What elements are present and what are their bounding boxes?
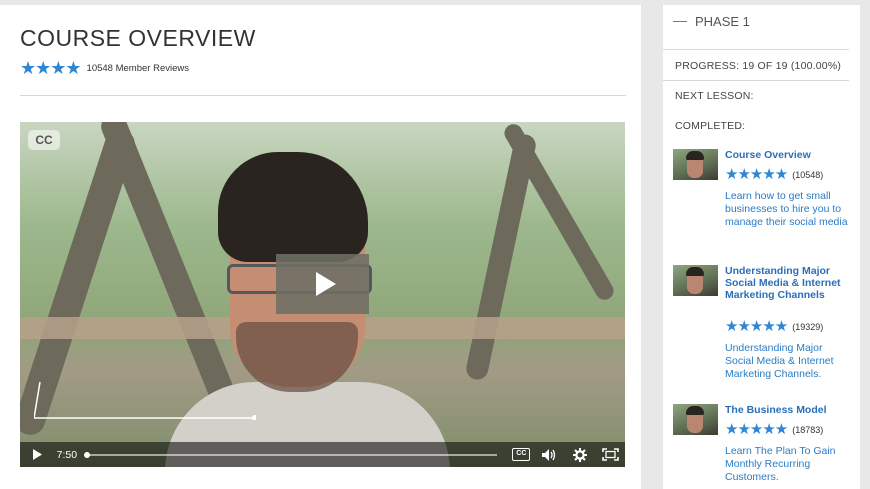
lesson-thumbnail[interactable] bbox=[673, 404, 718, 435]
video-controls-bar: 7:50 CC bbox=[20, 442, 625, 467]
next-lesson-label: NEXT LESSON: bbox=[675, 90, 754, 102]
lesson-rating: ★★★★★ (19329) bbox=[725, 319, 823, 334]
lesson-thumbnail[interactable] bbox=[673, 265, 718, 296]
scrubber-handle[interactable] bbox=[83, 451, 90, 458]
lesson-description[interactable]: Learn how to get small businesses to hir… bbox=[725, 190, 853, 229]
closed-captions-icon[interactable]: CC bbox=[507, 442, 535, 467]
lesson-rating: ★★★★★ (18783) bbox=[725, 422, 823, 437]
play-icon[interactable] bbox=[26, 442, 48, 467]
lesson-title[interactable]: The Business Model bbox=[725, 404, 853, 416]
current-time: 7:50 bbox=[56, 448, 78, 461]
lesson-review-count: (10548) bbox=[792, 169, 824, 180]
lesson-review-count: (18783) bbox=[792, 424, 824, 435]
lesson-description[interactable]: Learn The Plan To Gain Monthly Recurring… bbox=[725, 445, 853, 484]
phase-label: PHASE 1 bbox=[695, 14, 750, 29]
phase-sidebar: PHASE 1 PROGRESS: 19 OF 19 (100.00%) NEX… bbox=[663, 5, 860, 489]
title-divider bbox=[20, 95, 626, 96]
cc-button-label: CC bbox=[512, 448, 531, 461]
lesson-title[interactable]: Course Overview bbox=[725, 149, 853, 161]
fullscreen-icon[interactable] bbox=[595, 442, 625, 467]
chapter-marker-line bbox=[34, 381, 256, 420]
lesson-thumbnail[interactable] bbox=[673, 149, 718, 180]
lesson-title[interactable]: Understanding Major Social Media & Inter… bbox=[725, 265, 853, 301]
completed-label: COMPLETED: bbox=[675, 120, 746, 132]
review-count: 10548 Member Reviews bbox=[86, 62, 189, 74]
course-rating: ★★★★ 10548 Member Reviews bbox=[20, 59, 189, 77]
phase-header[interactable]: PHASE 1 bbox=[673, 14, 750, 29]
volume-icon[interactable] bbox=[535, 442, 565, 467]
progress-scrubber[interactable] bbox=[83, 451, 498, 458]
lesson-description[interactable]: Understanding Major Social Media & Inter… bbox=[725, 342, 853, 381]
big-play-button[interactable] bbox=[276, 254, 369, 314]
course-main-panel: COURSE OVERVIEW ★★★★ 10548 Member Review… bbox=[0, 5, 641, 489]
presenter-hair bbox=[218, 152, 368, 262]
collapse-dash-icon bbox=[673, 21, 687, 22]
progress-text: PROGRESS: 19 OF 19 (100.00%) bbox=[675, 60, 842, 72]
cc-badge[interactable]: CC bbox=[28, 130, 60, 150]
lesson-review-count: (19329) bbox=[792, 321, 824, 332]
sidebar-divider bbox=[663, 80, 849, 81]
sidebar-divider bbox=[663, 49, 849, 50]
lesson-rating: ★★★★★ (10548) bbox=[725, 167, 823, 182]
lesson-stars: ★★★★★ bbox=[725, 166, 788, 183]
video-player[interactable]: CC 7:50 CC bbox=[20, 122, 625, 467]
lesson-stars: ★★★★★ bbox=[725, 421, 788, 438]
page-title: COURSE OVERVIEW bbox=[20, 25, 256, 51]
rating-stars: ★★★★ bbox=[20, 58, 82, 78]
lesson-stars: ★★★★★ bbox=[725, 318, 788, 335]
gear-icon[interactable] bbox=[565, 442, 595, 467]
